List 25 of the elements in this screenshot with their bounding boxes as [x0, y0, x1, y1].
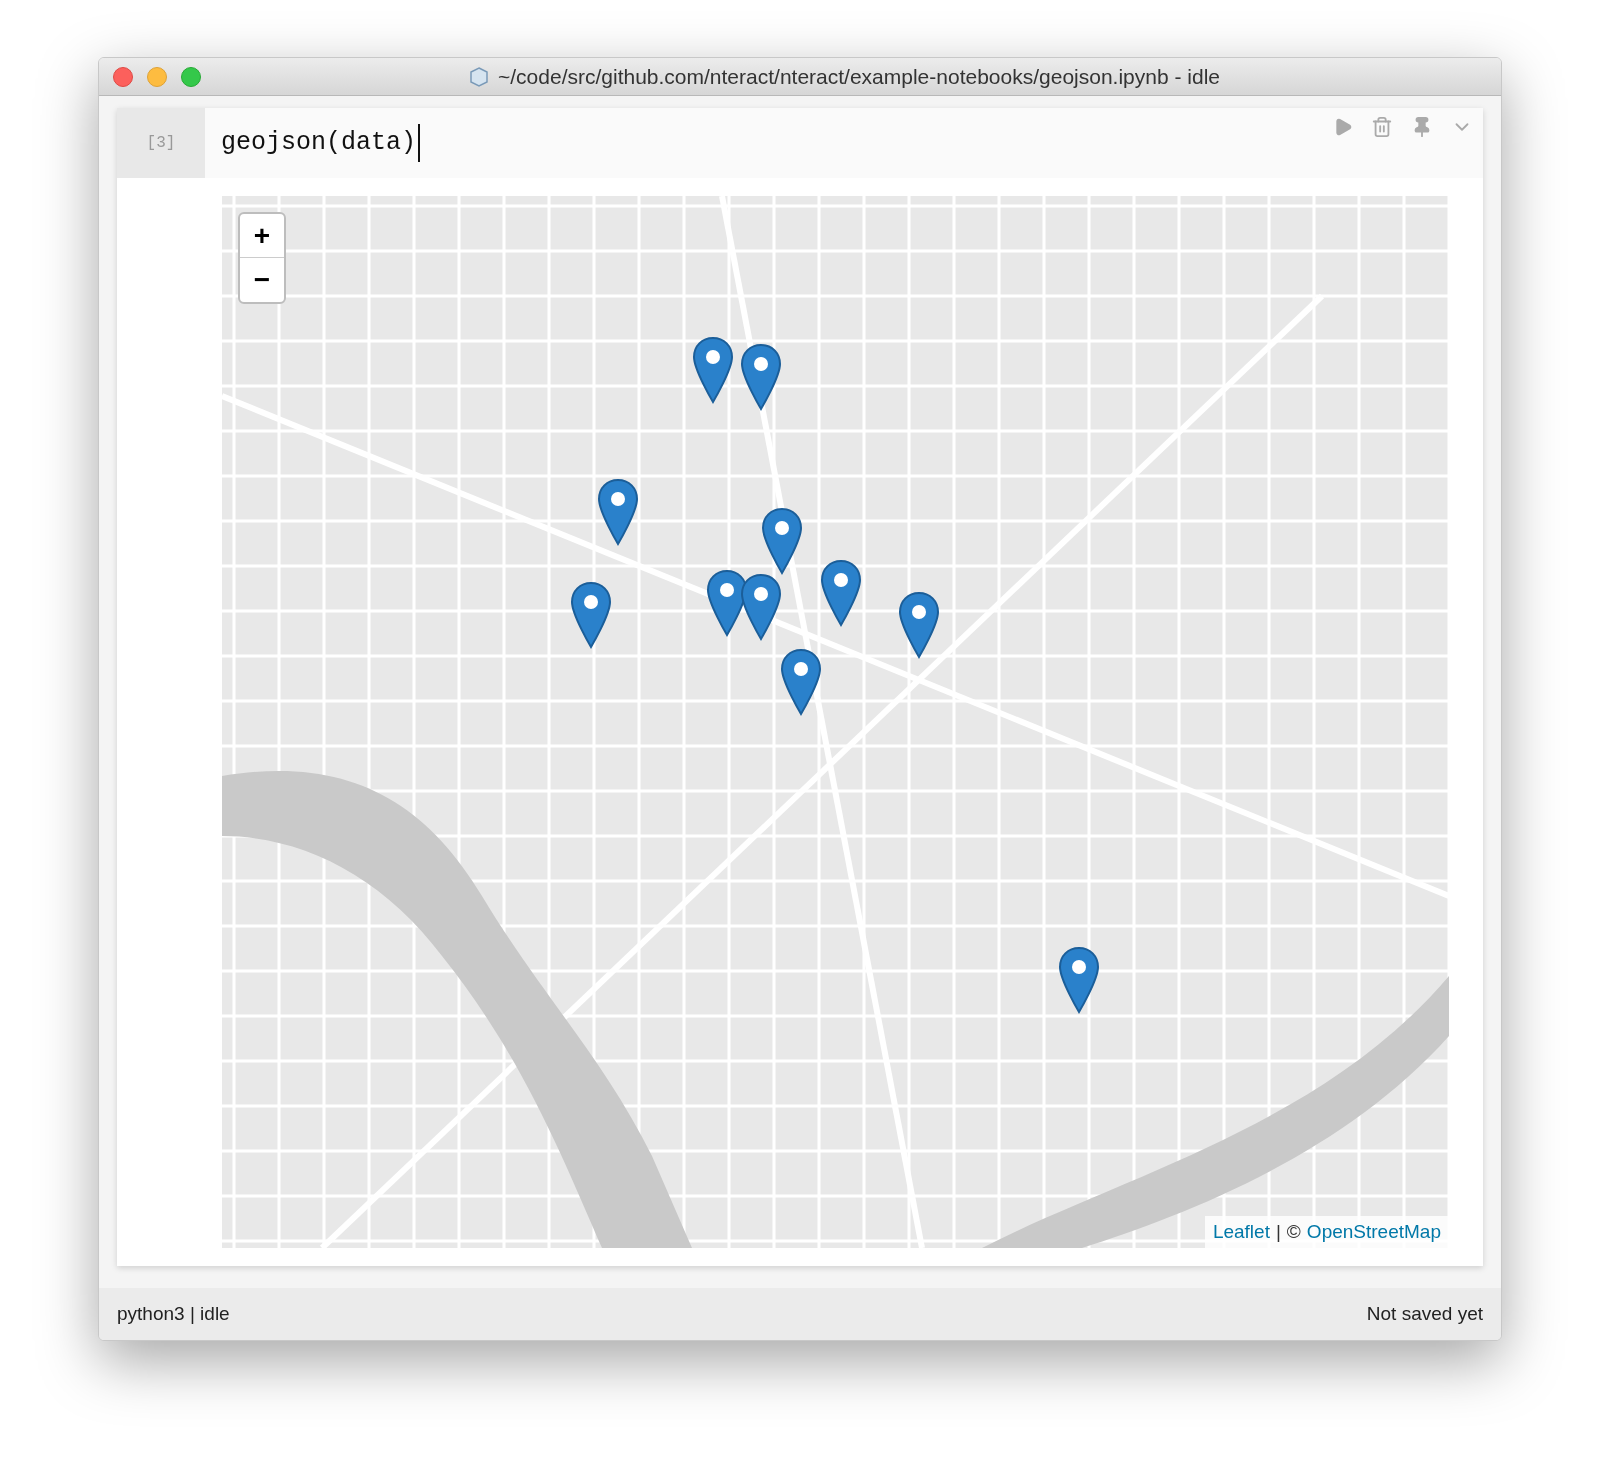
map-marker-icon[interactable]	[740, 573, 782, 641]
map-marker-icon[interactable]	[1058, 946, 1100, 1014]
map-marker-icon[interactable]	[898, 591, 940, 659]
leaflet-link[interactable]: Leaflet	[1212, 1217, 1270, 1246]
map-marker-icon[interactable]	[570, 581, 612, 649]
separator: |	[1275, 1219, 1281, 1244]
copyright-sign: ©	[1286, 1219, 1301, 1244]
map-marker-icon[interactable]	[692, 336, 734, 404]
kernel-status: python3 | idle	[117, 1301, 230, 1326]
close-button[interactable]	[113, 66, 133, 87]
map-view[interactable]: + − Leaflet | © OpenStreetMap	[222, 196, 1449, 1248]
openstreetmap-link[interactable]: OpenStreetMap	[1306, 1217, 1441, 1246]
map-marker-icon[interactable]	[820, 559, 862, 627]
map-marker-icon[interactable]	[761, 507, 803, 575]
zoom-out-button[interactable]: −	[240, 258, 284, 302]
save-status: Not saved yet	[1366, 1301, 1483, 1326]
map-marker-icon[interactable]	[706, 569, 748, 637]
map-marker-icon[interactable]	[740, 343, 782, 411]
map-marker-icon[interactable]	[780, 648, 822, 716]
zoom-in-button[interactable]: +	[240, 214, 284, 258]
window-title: ~/code/src/github.com/nteract/nteract/example-notebooks/geojson.ipynb - idle	[498, 63, 1220, 90]
document-icon	[468, 65, 490, 88]
code-input[interactable]: geojson(data)	[221, 124, 421, 162]
execution-count: [3]	[146, 133, 176, 154]
map-marker-icon[interactable]	[597, 478, 639, 546]
